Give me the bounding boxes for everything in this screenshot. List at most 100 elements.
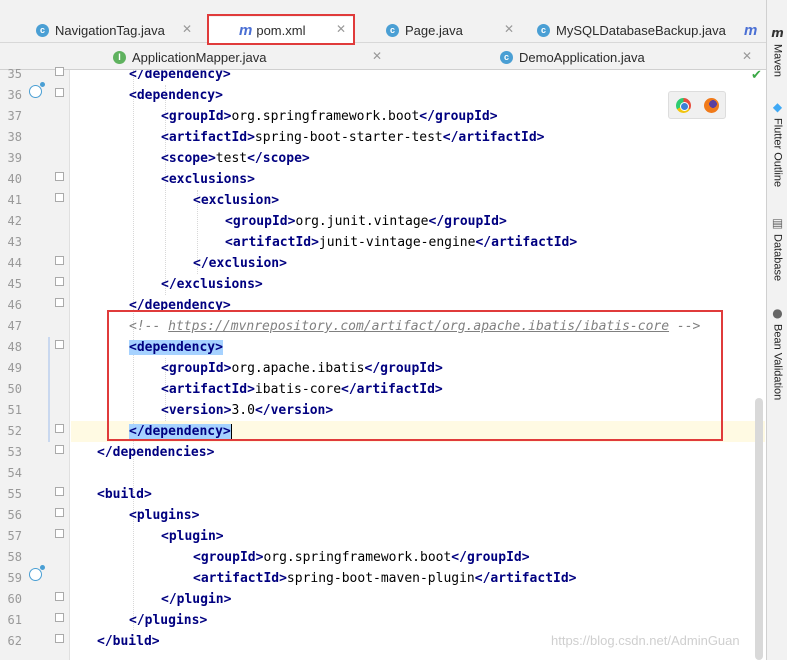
tool-maven[interactable]: m Maven — [769, 26, 786, 77]
line-number: 59 — [7, 571, 22, 585]
xml-value: org.springframework.boot — [263, 550, 452, 565]
fold-icon[interactable] — [55, 172, 64, 181]
fold-icon[interactable] — [55, 424, 64, 433]
fold-icon[interactable] — [55, 508, 64, 517]
fold-icon[interactable] — [55, 88, 64, 97]
xml-tag: <exclusions> — [161, 172, 255, 187]
fold-icon[interactable] — [55, 193, 64, 202]
xml-tag: <artifactId> — [225, 235, 319, 250]
xml-tag: <groupId> — [161, 109, 232, 124]
tab-demoapplication[interactable]: c DemoApplication.java ✕ — [500, 44, 752, 70]
close-icon[interactable]: ✕ — [372, 49, 382, 63]
tab-overflow[interactable]: m — [744, 17, 761, 43]
pom-tab-highlight-box — [207, 14, 355, 45]
maven-icon: m — [771, 26, 784, 40]
line-number: 56 — [7, 508, 22, 522]
tab-navigationtag[interactable]: c NavigationTag.java ✕ — [36, 17, 192, 43]
fold-icon[interactable] — [55, 592, 64, 601]
fold-icon[interactable] — [55, 67, 64, 76]
flutter-icon: ◆ — [772, 100, 783, 114]
class-icon: c — [36, 23, 49, 37]
tab-applicationmapper[interactable]: I ApplicationMapper.java ✕ — [113, 44, 382, 70]
xml-tag: <artifactId> — [161, 130, 255, 145]
interface-icon: I — [113, 50, 126, 64]
line-number: 48 — [7, 340, 22, 354]
line-number: 42 — [7, 214, 22, 228]
fold-icon[interactable] — [55, 340, 64, 349]
fold-icon[interactable] — [55, 487, 64, 496]
line-number: 40 — [7, 172, 22, 186]
code-line: <plugin> — [161, 526, 224, 547]
xml-value: org.junit.vintage — [295, 214, 429, 229]
line-number: 35 — [7, 67, 22, 81]
line-number: 60 — [7, 592, 22, 606]
xml-tag: <groupId> — [225, 214, 296, 229]
line-number: 47 — [7, 319, 22, 333]
fold-icon[interactable] — [55, 298, 64, 307]
inspection-ok-icon[interactable]: ✔ — [751, 68, 762, 83]
browser-preview-popup — [668, 91, 726, 119]
code-line: <plugins> — [129, 505, 199, 526]
fold-icon[interactable] — [55, 529, 64, 538]
vertical-scrollbar[interactable] — [755, 398, 763, 660]
xml-tag: </plugin> — [161, 592, 232, 607]
fold-icon[interactable] — [55, 277, 64, 286]
code-line: <groupId>org.springframework.boot</group… — [193, 547, 530, 568]
fold-icon[interactable] — [55, 613, 64, 622]
tool-label: Flutter Outline — [771, 118, 784, 188]
close-icon[interactable]: ✕ — [504, 22, 514, 36]
editor-tab-bar: c NavigationTag.java ✕ m pom.xml ✕ c Pag… — [0, 0, 766, 70]
bean-icon: ● — [772, 306, 783, 320]
xml-tag: </plugins> — [129, 613, 208, 628]
line-number: 38 — [7, 130, 22, 144]
xml-tag: </dependencies> — [97, 445, 215, 460]
line-number: 50 — [7, 382, 22, 396]
override-gutter-icon[interactable] — [29, 82, 45, 98]
editor-gutter: 35 36 37 38 39 40 41 42 43 44 45 46 47 4… — [0, 67, 70, 660]
code-line: <scope>test</scope> — [161, 148, 310, 169]
xml-tag: </scope> — [247, 151, 310, 166]
xml-value: spring-boot-maven-plugin — [286, 571, 475, 586]
code-line: <groupId>org.junit.vintage</groupId> — [225, 211, 507, 232]
tool-bean-validation[interactable]: ● Bean Validation — [769, 306, 786, 400]
xml-tag: </artifactId> — [475, 235, 578, 250]
xml-tag: <artifactId> — [193, 571, 287, 586]
xml-tag: </groupId> — [419, 109, 498, 124]
vcs-change-marker[interactable] — [48, 337, 50, 442]
fold-icon[interactable] — [55, 445, 64, 454]
code-line: <artifactId>spring-boot-maven-plugin</ar… — [193, 568, 577, 589]
override-gutter-icon[interactable] — [29, 565, 45, 581]
code-line: </exclusion> — [193, 253, 287, 274]
fold-icon[interactable] — [55, 256, 64, 265]
line-number: 61 — [7, 613, 22, 627]
tool-label: Database — [771, 234, 784, 282]
xml-tag: </dependency> — [129, 70, 231, 82]
tab-page[interactable]: c Page.java ✕ — [386, 17, 514, 43]
tab-mysqldatabasebackup[interactable]: c MySQLDatabaseBackup.java — [537, 17, 726, 43]
class-icon: c — [500, 50, 513, 64]
firefox-icon[interactable] — [703, 97, 719, 113]
tool-flutter-outline[interactable]: ◆ Flutter Outline — [769, 100, 786, 187]
xml-tag: </artifactId> — [474, 571, 577, 586]
line-number: 39 — [7, 151, 22, 165]
close-icon[interactable]: ✕ — [182, 22, 192, 36]
line-number: 46 — [7, 298, 22, 312]
line-number: 44 — [7, 256, 22, 270]
dependency-highlight-box — [107, 310, 723, 441]
line-number: 52 — [7, 424, 22, 438]
xml-tag: <plugin> — [161, 529, 224, 544]
code-line: <exclusions> — [161, 169, 255, 190]
code-line: <dependency> — [129, 85, 223, 106]
xml-tag: <plugins> — [129, 508, 200, 523]
fold-icon[interactable] — [55, 634, 64, 643]
close-icon[interactable]: ✕ — [742, 49, 752, 63]
xml-tag: <groupId> — [193, 550, 264, 565]
tool-database[interactable]: ▤ Database — [769, 216, 786, 281]
tab-label: Page.java — [405, 22, 463, 38]
chrome-icon[interactable] — [675, 97, 691, 113]
code-line: </plugin> — [161, 589, 231, 610]
line-number: 37 — [7, 109, 22, 123]
line-number: 58 — [7, 550, 22, 564]
xml-tag: <build> — [97, 487, 152, 502]
line-number: 43 — [7, 235, 22, 249]
